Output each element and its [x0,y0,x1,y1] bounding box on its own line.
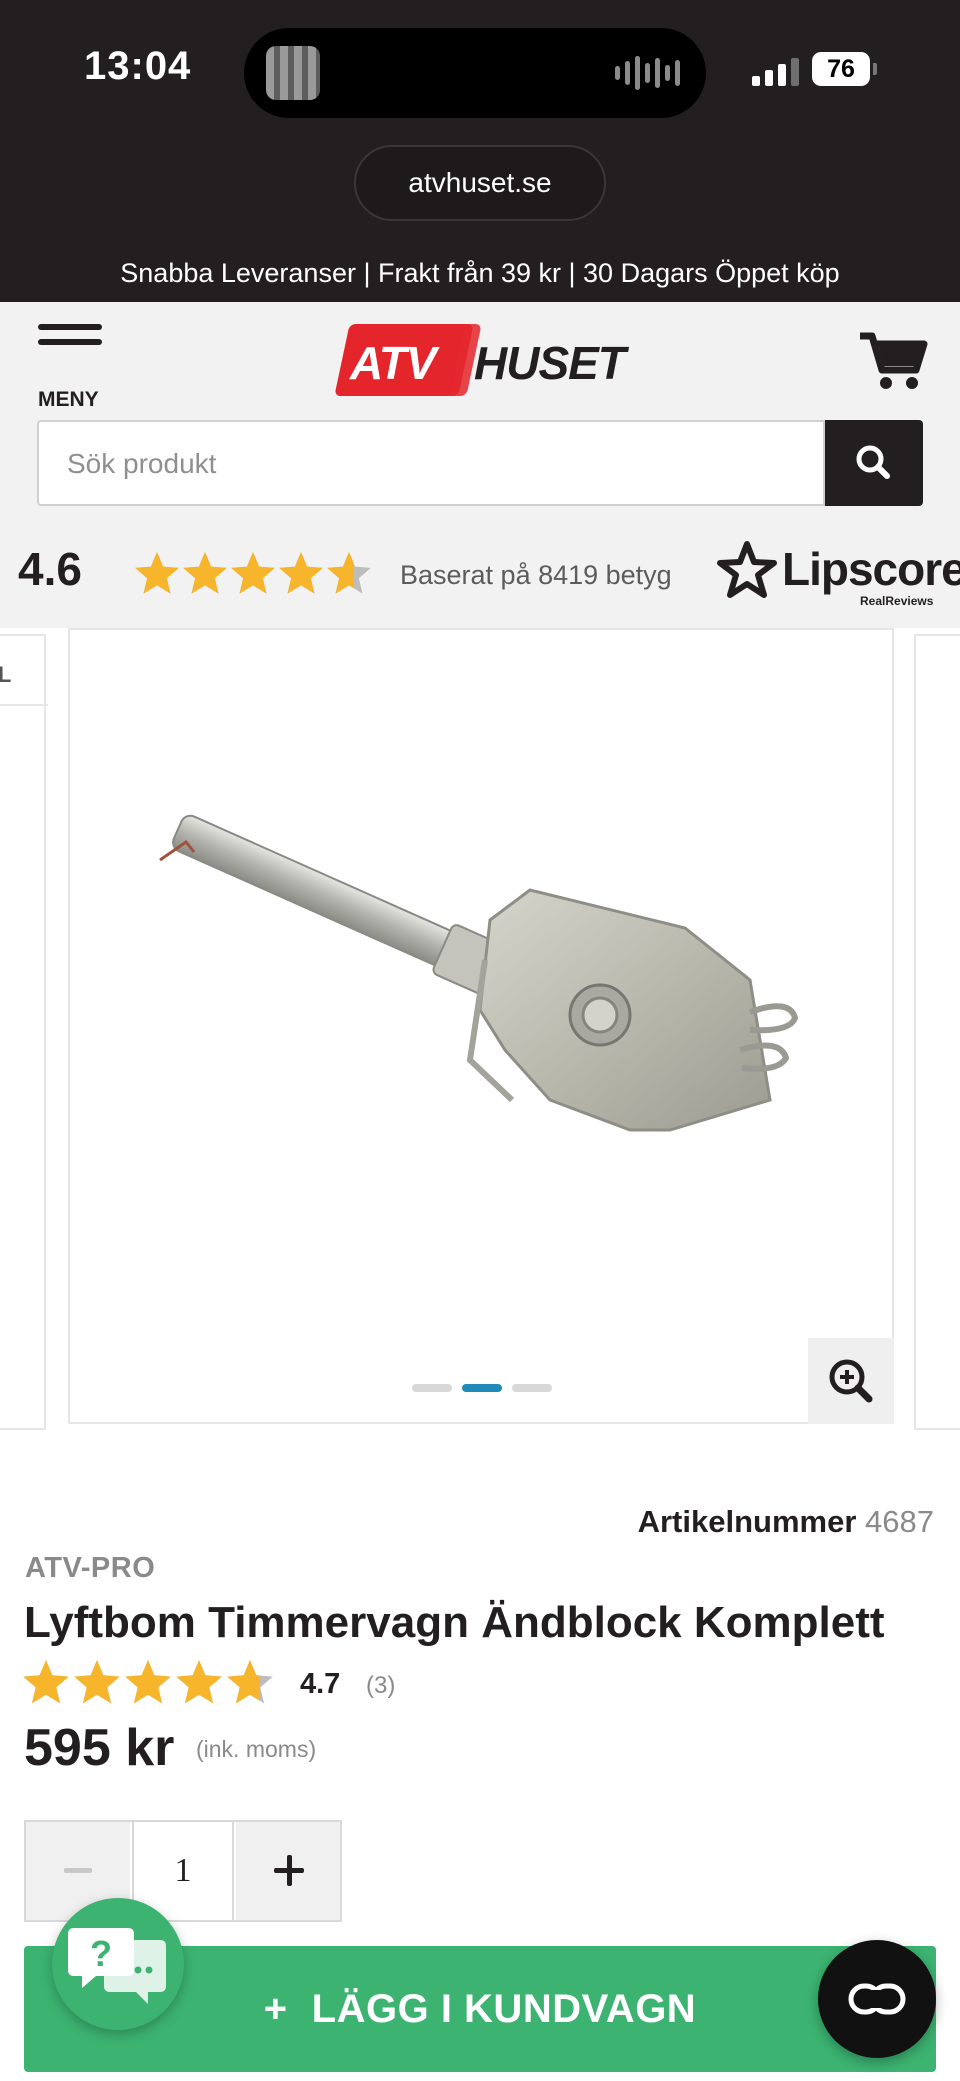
search-input[interactable] [65,422,809,506]
logo-text-atv: ATV [350,337,437,389]
search-field [37,420,825,506]
add-to-cart-text: LÄGG I KUNDVAGN [311,1987,697,2031]
lipscore-subtitle: RealReviews [860,594,934,608]
carousel-dots [412,1384,552,1392]
star-filled [135,552,179,594]
carousel-dot[interactable] [462,1384,502,1392]
star-filled [23,1660,69,1704]
minus-icon [64,1868,92,1873]
browser-chrome: 13:04 76 atvhuset.se Snabba Leveranser |… [0,0,960,302]
cellular-signal-icon [752,56,799,86]
product-rating-stars[interactable] [22,1658,282,1712]
promo-banner: Snabba Leveranser | Frakt från 39 kr | 3… [120,258,840,288]
store-rating-score: 4.6 [18,543,82,595]
star-filled [176,1660,222,1704]
star-filled [74,1660,120,1704]
lipscore-star-icon [717,541,777,598]
audio-waveform-icon [615,54,680,92]
address-bar[interactable]: atvhuset.se [354,145,606,221]
article-number-value: 4687 [865,1504,934,1539]
search-icon [856,445,890,479]
status-time: 13:04 [84,44,192,88]
previous-slide-card[interactable]: AL [0,634,48,1430]
zoom-button[interactable] [808,1338,894,1424]
increase-quantity-button[interactable] [236,1822,340,1920]
vat-note: (ink. moms) [196,1736,317,1762]
store-rating-bar[interactable]: 4.6 Baserat på 8419 betyg Lipscore RealR… [0,520,960,626]
battery-tip [873,63,877,75]
product-gallery: AL [0,628,960,1430]
menu-label: MENY [38,388,99,411]
hamburger-icon [38,324,102,330]
product-brand[interactable]: ATV-PRO [25,1552,155,1585]
star-filled [183,552,227,594]
previous-slide-label: AL [0,662,12,687]
media-thumbnail [266,46,320,100]
site-header: MENY ATV HUSET 4.6 Baserat på 8419 betyg [0,302,960,628]
chat-icon [848,1983,906,2015]
product-image-card[interactable] [68,628,894,1424]
cart-icon [860,332,928,389]
product-price: 595 kr [24,1719,175,1777]
chat-widget-button[interactable] [818,1940,936,2058]
carousel-dot[interactable] [412,1384,452,1392]
battery-icon: 76 [812,52,870,86]
dynamic-island [244,28,706,118]
star-filled [231,552,275,594]
article-number-label: Artikelnummer [637,1504,857,1539]
add-icon: + [263,1987,288,2031]
svg-text:?: ? [90,1933,112,1974]
lipscore-wordmark: Lipscore [782,543,960,595]
help-chat-icon: ? [68,1928,166,2004]
store-rating-stars [135,552,371,594]
help-button[interactable]: ? [52,1898,184,2030]
star-filled [125,1660,171,1704]
star-filled [279,552,323,594]
menu-button[interactable]: MENY [38,324,106,411]
cart-button[interactable] [858,330,928,392]
search-button[interactable] [825,420,923,506]
product-title: Lyftbom Timmervagn Ändblock Komplett [24,1598,885,1647]
zoom-in-icon [829,1359,873,1403]
carousel-dot[interactable] [512,1384,552,1392]
hamburger-icon-bar [38,339,102,345]
store-rating-count: Baserat på 8419 betyg [400,560,672,590]
plus-icon-vertical [287,1855,292,1886]
lipscore-logo: Lipscore RealReviews [712,534,960,614]
product-rating-score: 4.7 [300,1668,341,1700]
next-slide-card[interactable] [914,634,960,1430]
divider [0,704,48,706]
site-logo[interactable]: ATV HUSET [334,324,626,404]
logo-text-huset: HUSET [474,337,626,389]
product-image [159,814,799,1132]
product-review-count[interactable]: (3) [366,1672,395,1700]
article-number: Artikelnummer 4687 [638,1504,934,1540]
